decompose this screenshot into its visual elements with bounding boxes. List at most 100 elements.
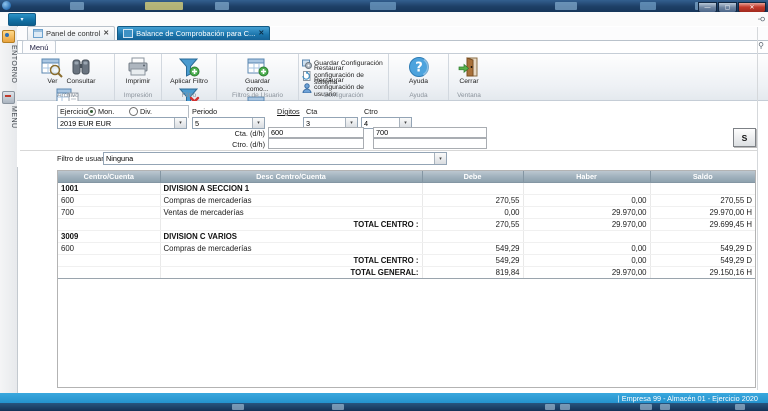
digitos-label[interactable]: Dígitos bbox=[277, 107, 300, 116]
titlebar-decoration bbox=[215, 2, 229, 10]
ribbon-group-label: Filtro bbox=[162, 92, 216, 99]
taskbar-item[interactable] bbox=[545, 404, 555, 410]
ribbon-tab-menu[interactable]: Menú bbox=[22, 40, 56, 54]
cell-haber: 0,00 bbox=[523, 255, 650, 267]
cell-haber: 0,00 bbox=[523, 195, 650, 207]
cell-centro: 600 bbox=[58, 195, 160, 207]
col-header-centro-cuenta[interactable]: Centro/Cuenta bbox=[58, 171, 160, 183]
tab-close-icon[interactable]: ✕ bbox=[103, 30, 109, 37]
cta-dh-to-value: 700 bbox=[376, 128, 388, 137]
pin-vertical-icon[interactable]: ⚲ bbox=[758, 42, 764, 50]
table-row[interactable]: 700 Ventas de mercaderías 0,00 29.970,00… bbox=[58, 207, 755, 219]
ribbon-group-label: Archivo bbox=[22, 92, 114, 99]
imprimir-button[interactable]: Imprimir bbox=[125, 56, 152, 86]
filter-panel: Ejercicio Mon. Div. 2019 EUR EUR ▾ Perio… bbox=[17, 101, 768, 167]
titlebar-decoration bbox=[145, 2, 183, 10]
taskbar-item[interactable] bbox=[660, 404, 670, 410]
ribbon-group-filtros-usuario: Guardar como... Guardar Filtro Eliminar … bbox=[217, 54, 299, 100]
table-row[interactable]: 600 Compras de mercaderías 270,55 0,00 2… bbox=[58, 195, 755, 207]
col-header-haber[interactable]: Haber bbox=[523, 171, 650, 183]
cell-saldo bbox=[650, 183, 755, 195]
periodo-label: Periodo bbox=[192, 107, 217, 116]
guardar-como-button[interactable]: Guardar como... bbox=[237, 56, 279, 94]
table-row[interactable]: 3009 DIVISION C VARIOS bbox=[58, 231, 755, 243]
cta-dh-to-input[interactable]: 700 bbox=[373, 127, 487, 138]
dropdown-arrow-icon: ▾ bbox=[252, 118, 264, 128]
taskbar-item[interactable] bbox=[232, 404, 244, 410]
status-bar: | Empresa 99 - Almacén 01 - Ejercicio 20… bbox=[0, 393, 768, 403]
user-filter-value: Ninguna bbox=[104, 154, 434, 163]
tab-balance-de-comprobacion[interactable]: Balance de Comprobación para C... ✕ bbox=[117, 26, 270, 40]
exit-door-icon bbox=[457, 56, 481, 78]
ctro-dh-to-input[interactable] bbox=[373, 138, 487, 149]
cell-centro bbox=[58, 267, 160, 279]
cell-desc: TOTAL GENERAL: bbox=[160, 267, 422, 279]
cta-dh-from-value: 600 bbox=[271, 128, 283, 137]
close-button[interactable]: ✕ bbox=[738, 2, 766, 12]
cerrar-button[interactable]: Cerrar bbox=[456, 56, 482, 86]
tab-panel-de-control[interactable]: Panel de control ✕ bbox=[27, 26, 115, 40]
window-titlebar: — ▢ ✕ bbox=[0, 0, 768, 12]
ejercicio-label: Ejercicio bbox=[60, 107, 88, 116]
button-label: Consultar bbox=[66, 78, 95, 86]
sidebar-item-entorno[interactable]: ENTORNO bbox=[0, 45, 17, 83]
tab-close-icon[interactable]: ✕ bbox=[258, 30, 264, 37]
cta-label: Cta bbox=[306, 107, 317, 116]
cta-dh-from-input[interactable]: 600 bbox=[268, 127, 364, 138]
table-row[interactable]: 1001 DIVISION A SECCION 1 bbox=[58, 183, 755, 195]
cell-saldo: 270,55 D bbox=[650, 195, 755, 207]
cell-haber bbox=[523, 183, 650, 195]
cell-centro: 600 bbox=[58, 243, 160, 255]
ctro-dh-from-input[interactable] bbox=[268, 138, 364, 149]
application-window: — ▢ ✕ ▾ ⚲ ▾ ⚲ ENTORNO MENÚ Panel de cont… bbox=[0, 0, 768, 411]
col-header-saldo[interactable]: Saldo bbox=[650, 171, 755, 183]
app-menu-button[interactable]: ▾ bbox=[8, 13, 36, 26]
s-button[interactable]: S bbox=[733, 128, 756, 147]
minimize-button[interactable]: — bbox=[698, 2, 717, 12]
table-row-total-centro[interactable]: TOTAL CENTRO : 270,55 29.970,00 29.699,4… bbox=[58, 219, 755, 231]
col-header-debe[interactable]: Debe bbox=[422, 171, 523, 183]
table-row-total-general[interactable]: TOTAL GENERAL: 819,84 29.970,00 29.150,1… bbox=[58, 267, 755, 279]
sidebar-item-menu[interactable]: MENÚ bbox=[0, 106, 17, 129]
ejercicio-select[interactable]: 2019 EUR EUR ▾ bbox=[57, 117, 187, 129]
button-label: Aplicar Filtro bbox=[170, 78, 208, 86]
window-controls: — ▢ ✕ bbox=[698, 2, 766, 12]
titlebar-decoration bbox=[555, 2, 577, 10]
col-header-desc[interactable]: Desc Centro/Cuenta bbox=[160, 171, 422, 183]
cell-saldo bbox=[650, 231, 755, 243]
table-row[interactable]: 600 Compras de mercaderías 549,29 0,00 5… bbox=[58, 243, 755, 255]
user-filter-label: Filtro de usuario bbox=[57, 154, 109, 163]
cell-debe bbox=[422, 231, 523, 243]
pin-horizontal-icon[interactable]: ⚲ bbox=[757, 16, 765, 22]
menu-icon[interactable] bbox=[2, 91, 15, 104]
windows-taskbar bbox=[0, 403, 768, 411]
table-row-total-centro[interactable]: TOTAL CENTRO : 549,29 0,00 549,29 D bbox=[58, 255, 755, 267]
mon-radio[interactable]: Mon. bbox=[87, 107, 114, 116]
cell-centro: 700 bbox=[58, 207, 160, 219]
taskbar-item[interactable] bbox=[560, 404, 570, 410]
cell-saldo: 29.970,00 H bbox=[650, 207, 755, 219]
taskbar-item[interactable] bbox=[735, 404, 745, 410]
periodo-select[interactable]: 5 ▾ bbox=[192, 117, 265, 129]
taskbar-item[interactable] bbox=[640, 404, 652, 410]
save-config-icon bbox=[302, 59, 312, 69]
ver-button[interactable]: Ver bbox=[39, 56, 65, 86]
taskbar-item[interactable] bbox=[332, 404, 344, 410]
cell-desc: Compras de mercaderías bbox=[160, 243, 422, 255]
user-filter-select[interactable]: Ninguna ▾ bbox=[103, 152, 447, 165]
ayuda-button[interactable]: ? Ayuda bbox=[406, 56, 432, 86]
div-radio[interactable]: Div. bbox=[129, 107, 152, 116]
cell-haber: 0,00 bbox=[523, 243, 650, 255]
balance-table: Centro/Cuenta Desc Centro/Cuenta Debe Ha… bbox=[58, 171, 755, 279]
ribbon-group-label: Ayuda bbox=[389, 92, 448, 99]
maximize-button[interactable]: ▢ bbox=[718, 2, 737, 12]
consultar-button[interactable]: Consultar bbox=[65, 56, 96, 86]
restore-user-config-icon bbox=[302, 83, 312, 93]
dock-sidebar: ENTORNO MENÚ bbox=[0, 26, 18, 393]
aplicar-filtro-button[interactable]: Aplicar Filtro bbox=[169, 56, 209, 86]
entorno-icon[interactable] bbox=[2, 30, 15, 43]
titlebar-decoration bbox=[70, 2, 84, 10]
ribbon-group-archivo: Ver Consultar Exportar Datos Archivo bbox=[22, 54, 115, 100]
button-label: Ver bbox=[40, 78, 64, 86]
radio-dot-icon bbox=[87, 107, 96, 116]
